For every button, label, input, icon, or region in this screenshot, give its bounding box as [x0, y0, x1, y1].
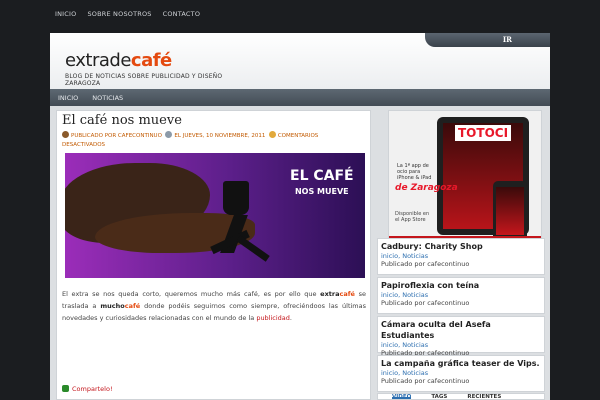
excerpt-cafe-1: café [339, 290, 355, 298]
share-icon [62, 385, 69, 392]
featured-post: El café nos mueve PUBLICADO POR CAFECONT… [56, 110, 371, 400]
banner-title: EL CAFÉ NOS MUEVE [290, 169, 354, 199]
search-tab: IR [425, 33, 550, 47]
excerpt-cafe-2: café [124, 302, 141, 310]
post-meta: PUBLICADO POR CAFECONTINUO EL JUEVES, 10… [62, 131, 362, 150]
author-icon [62, 131, 69, 138]
sidebar-post-cats[interactable]: inicio, Noticias [381, 369, 541, 377]
logo-accent: café [130, 50, 172, 71]
sidebar-post-author: Publicado por cafecontinuo [381, 377, 470, 385]
logo-text: extrade [65, 50, 131, 71]
sidebar-post-cats[interactable]: inicio, Noticias [381, 341, 541, 349]
main-nav: INICIO NOTICIAS [50, 89, 550, 106]
ad-city: de Zaragoza [395, 183, 458, 193]
excerpt-extra: extra [320, 290, 340, 298]
ad-store: Disponible en el App Store [395, 211, 430, 223]
ad-brand: TOTOCI [455, 125, 512, 141]
tab-tags[interactable]: TAGS [431, 394, 447, 400]
excerpt-end: . [289, 314, 292, 322]
phone-screen [496, 187, 524, 235]
site-header: IR extradecafé BLOG DE NOTICIAS SOBRE PU… [50, 33, 550, 89]
go-button[interactable]: IR [503, 35, 512, 44]
ad-app-label: La 1ª app de ocio para iPhone & iPad [397, 163, 432, 181]
banner-title-sub: NOS MUEVE [294, 187, 349, 196]
post-banner-image[interactable]: EL CAFÉ NOS MUEVE [65, 153, 365, 278]
main-nav-inicio[interactable]: INICIO [58, 94, 78, 102]
sidebar-tabs: VIDEO TAGS RECIENTES [377, 393, 545, 400]
site-logo[interactable]: extradecafé [65, 52, 172, 70]
post-excerpt: El extra se nos queda corto, queremos mu… [62, 288, 366, 324]
sidebar-post-author: Publicado por cafecontinuo [381, 299, 470, 307]
excerpt-mucho: mucho [100, 302, 125, 310]
phone-image [493, 181, 527, 243]
sidebar-post-title[interactable]: La campaña gráfica teaser de Vips. [381, 358, 541, 369]
runner-leg-2 [236, 235, 270, 262]
banner-title-main: EL CAFÉ [290, 168, 354, 184]
top-nav-contacto[interactable]: CONTACTO [163, 10, 201, 18]
sidebar-post-author: Publicado por cafecontinuo [381, 260, 470, 268]
post-date: EL JUEVES, 10 NOVIEMBRE, 2011 [174, 133, 266, 139]
sidebar-ad-totoci[interactable]: TOTOCI La 1ª app de ocio para iPhone & i… [388, 110, 542, 243]
sidebar-post-title[interactable]: Cadbury: Charity Shop [381, 241, 541, 252]
excerpt-link-publicidad[interactable]: publicidad [256, 314, 290, 322]
tab-recientes[interactable]: RECIENTES [467, 394, 501, 400]
excerpt-text-1: El extra se nos queda corto, queremos mu… [62, 290, 321, 298]
share-link[interactable]: Compartelo! [62, 385, 113, 393]
top-nav: INICIO SOBRE NOSOTROS CONTACTO [55, 10, 200, 18]
share-label: Compartelo! [72, 385, 113, 393]
cup-icon [223, 181, 249, 215]
top-bar: INICIO SOBRE NOSOTROS CONTACTO [0, 0, 600, 30]
tab-video[interactable]: VIDEO [392, 394, 412, 400]
clock-icon [165, 131, 173, 138]
sidebar-post-cats[interactable]: inicio, Noticias [381, 291, 541, 299]
site-tagline: BLOG DE NOTICIAS SOBRE PUBLICIDAD Y DISE… [65, 73, 223, 87]
sidebar-post-cats[interactable]: inicio, Noticias [381, 252, 541, 260]
sidebar-post-title[interactable]: Cámara oculta del Asefa Estudiantes [381, 319, 541, 341]
sidebar-post-title[interactable]: Papiroflexia con teína [381, 280, 541, 291]
sidebar-post[interactable]: La campaña gráfica teaser de Vips. inici… [377, 355, 545, 392]
sidebar-post[interactable]: Papiroflexia con teína inicio, Noticias … [377, 277, 545, 314]
sidebar-post[interactable]: Cadbury: Charity Shop inicio, Noticias P… [377, 238, 545, 275]
post-title[interactable]: El café nos mueve [62, 113, 182, 128]
top-nav-sobre-nosotros[interactable]: SOBRE NOSOTROS [87, 10, 151, 18]
post-author[interactable]: PUBLICADO POR CAFECONTINUO [71, 133, 162, 139]
top-nav-inicio[interactable]: INICIO [55, 10, 76, 18]
main-nav-noticias[interactable]: NOTICIAS [92, 94, 123, 102]
comments-icon [268, 131, 276, 138]
sidebar-post[interactable]: Cámara oculta del Asefa Estudiantes inic… [377, 316, 545, 357]
